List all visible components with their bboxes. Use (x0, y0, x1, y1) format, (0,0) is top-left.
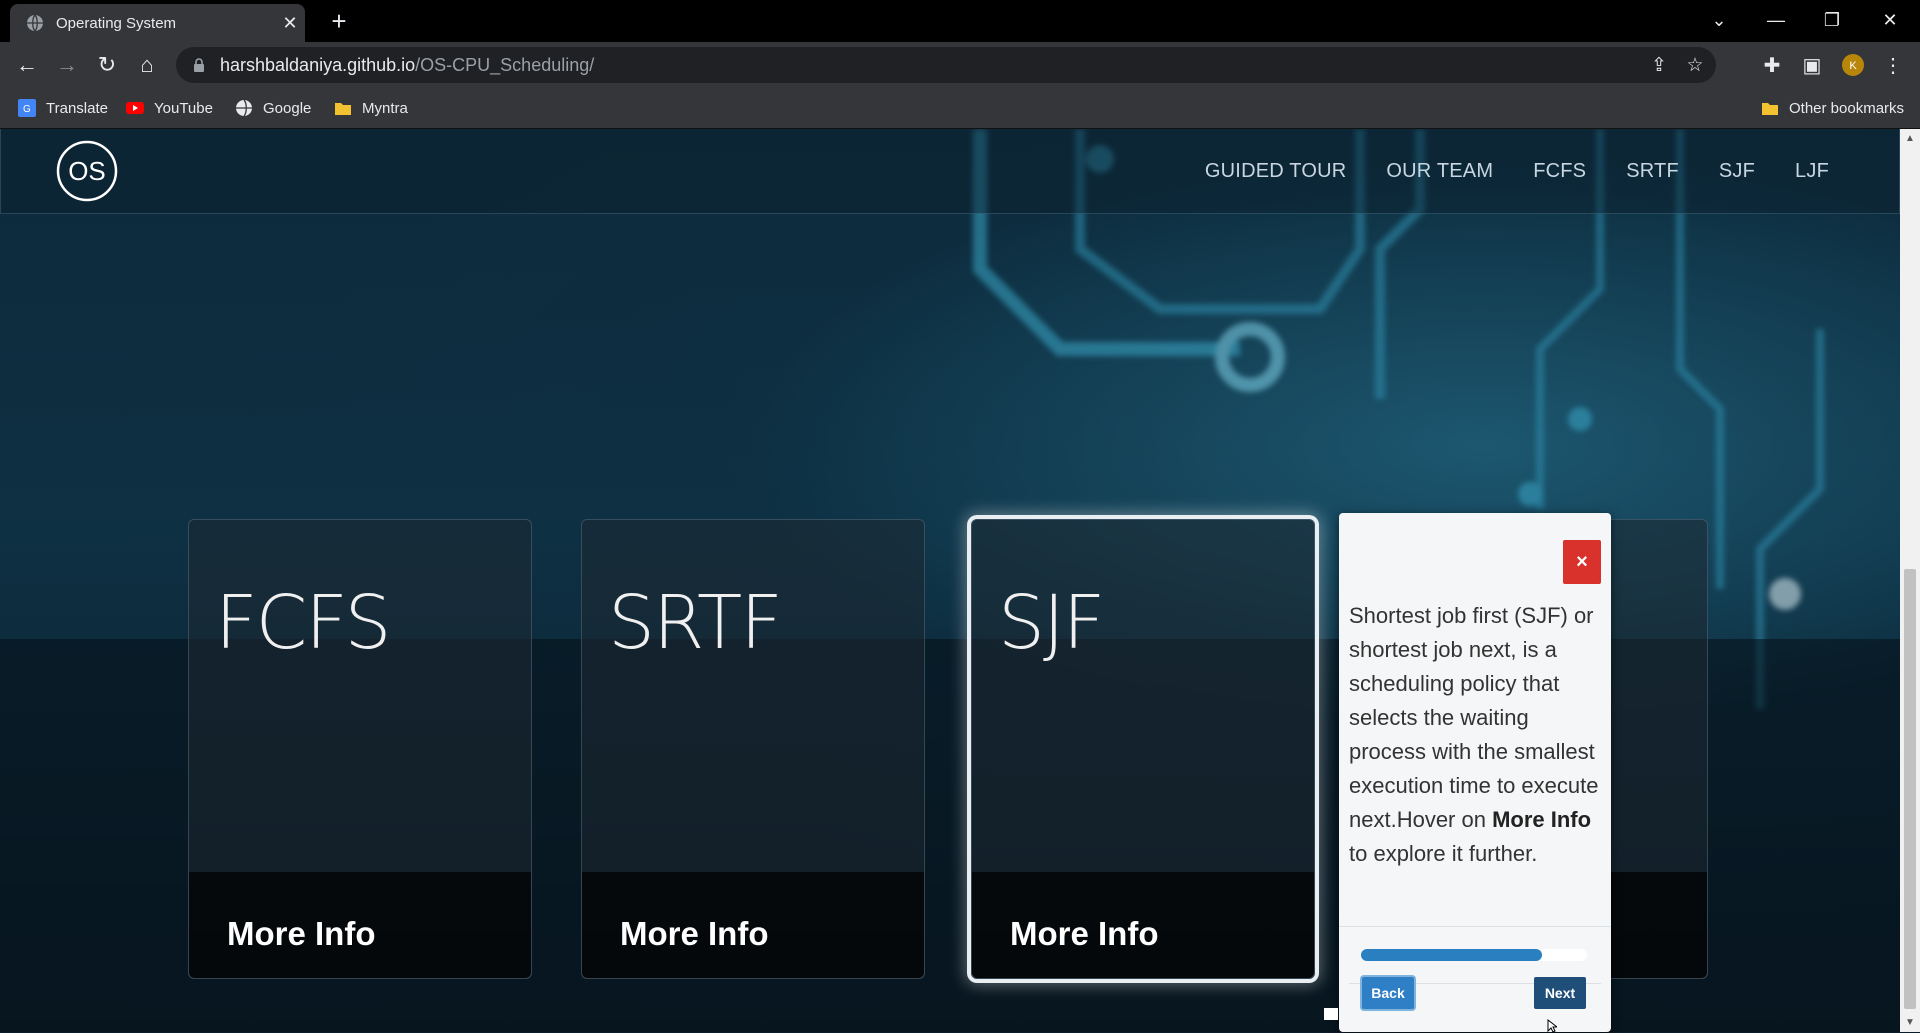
bookmark-google[interactable]: Google (235, 97, 311, 119)
svg-text:OS: OS (68, 156, 106, 186)
back-arrow-icon[interactable]: ← (12, 50, 42, 80)
tour-progress-fill (1361, 949, 1542, 961)
bookmark-myntra[interactable]: Myntra (334, 97, 408, 119)
page-viewport: OS GUIDED TOUR OUR TEAM FCFS SRTF SJF LJ… (0, 129, 1900, 1032)
divider (1339, 926, 1611, 927)
browser-tab[interactable]: Operating System ✕ (10, 4, 305, 42)
home-icon[interactable]: ⌂ (132, 50, 162, 80)
card-srtf: SRTF More Info (581, 519, 925, 979)
avatar[interactable]: K (1838, 50, 1868, 80)
forward-arrow-icon[interactable]: → (52, 50, 82, 80)
svg-text:G: G (23, 104, 31, 115)
close-tab-icon[interactable]: ✕ (275, 13, 305, 34)
nav-sjf[interactable]: SJF (1719, 160, 1755, 183)
tab-search-icon[interactable]: ⌄ (1693, 0, 1745, 40)
menu-icon[interactable]: ⋮ (1878, 50, 1908, 80)
lock-icon (194, 58, 204, 72)
nav-guided-tour[interactable]: GUIDED TOUR (1205, 160, 1346, 183)
mouse-cursor-icon (1547, 1019, 1557, 1033)
google-translate-icon: G (18, 99, 36, 117)
next-button[interactable]: Next (1534, 977, 1586, 1009)
folder-icon (1762, 103, 1778, 115)
card-title: SJF (998, 580, 1105, 666)
new-tab-button[interactable]: + (324, 6, 354, 36)
nav-srtf[interactable]: SRTF (1626, 160, 1679, 183)
scroll-thumb[interactable] (1904, 569, 1916, 1009)
reload-icon[interactable]: ↻ (92, 50, 122, 80)
svg-text:K: K (1849, 60, 1857, 72)
tour-description: Shortest job first (SJF) or shortest job… (1349, 603, 1599, 866)
card-footer: More Info (972, 872, 1314, 978)
close-window-button[interactable]: ✕ (1864, 0, 1916, 40)
card-footer: More Info (189, 872, 531, 978)
nav-our-team[interactable]: OUR TEAM (1386, 160, 1493, 183)
restore-button[interactable]: ❐ (1806, 0, 1858, 40)
side-panel-icon[interactable]: ▣ (1797, 50, 1827, 80)
scroll-up-icon[interactable]: ▲ (1904, 133, 1916, 145)
globe-icon (236, 99, 252, 117)
more-info-button[interactable]: More Info (227, 915, 375, 953)
tab-title: Operating System (56, 14, 177, 32)
close-icon[interactable]: × (1563, 540, 1601, 584)
tour-popover: × Shortest job first (SJF) or shortest j… (1339, 513, 1611, 1032)
card-footer: More Info (582, 872, 924, 978)
address-bar[interactable]: harshbaldaniya.github.io/OS-CPU_Scheduli… (176, 47, 1716, 83)
tab-strip: Operating System ✕ + ⌄ — ❐ ✕ (0, 0, 1920, 42)
card-title: SRTF (608, 580, 783, 666)
minimize-button[interactable]: — (1750, 0, 1802, 40)
card-sjf: SJF More Info (971, 519, 1315, 979)
card-title: FCFS (215, 580, 391, 666)
tour-progress-bar (1361, 949, 1587, 961)
card-fcfs: FCFS More Info (188, 519, 532, 979)
extensions-icon[interactable]: ✚ (1757, 50, 1787, 80)
nav-ljf[interactable]: LJF (1795, 160, 1829, 183)
site-navbar: OS GUIDED TOUR OUR TEAM FCFS SRTF SJF LJ… (0, 129, 1900, 214)
folder-icon (335, 103, 351, 115)
nav-links: GUIDED TOUR OUR TEAM FCFS SRTF SJF LJF (1165, 129, 1829, 213)
bookmark-translate[interactable]: G Translate (18, 97, 108, 119)
page-scrollbar[interactable]: ▲ ▼ (1900, 129, 1920, 1032)
os-logo[interactable]: OS (55, 139, 119, 203)
globe-icon (27, 14, 43, 32)
more-info-button[interactable]: More Info (1010, 915, 1158, 953)
share-icon[interactable]: ⇪ (1644, 50, 1674, 80)
browser-toolbar: ← → ↻ ⌂ harshbaldaniya.github.io/OS-CPU_… (0, 42, 1920, 88)
bookmark-star-icon[interactable]: ☆ (1680, 50, 1710, 80)
scroll-down-icon[interactable]: ▼ (1904, 1017, 1916, 1029)
tour-marker (1324, 1008, 1338, 1020)
nav-fcfs[interactable]: FCFS (1533, 160, 1586, 183)
bookmark-youtube[interactable]: YouTube (126, 97, 213, 119)
youtube-icon (126, 102, 144, 114)
back-button[interactable]: Back (1362, 977, 1414, 1009)
more-info-button[interactable]: More Info (620, 915, 768, 953)
other-bookmarks[interactable]: Other bookmarks (1761, 97, 1904, 119)
url-text[interactable]: harshbaldaniya.github.io/OS-CPU_Scheduli… (220, 55, 1644, 76)
bookmarks-bar: G Translate YouTube Google Myntra Other … (0, 88, 1920, 129)
